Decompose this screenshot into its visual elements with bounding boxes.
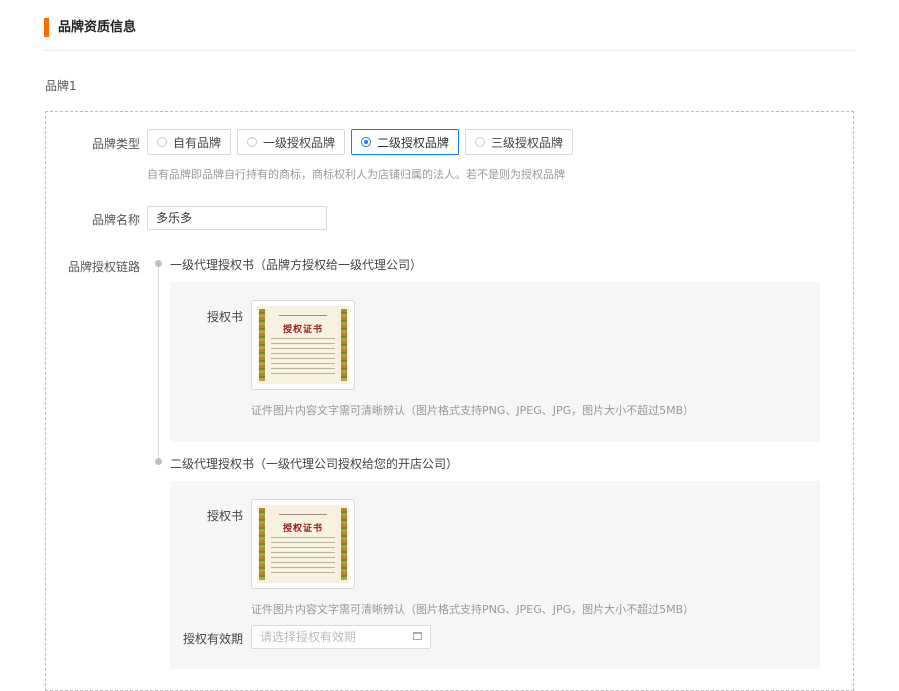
section-header: 品牌资质信息: [44, 18, 855, 51]
auth-chain-label: 品牌授权链路: [67, 260, 140, 274]
timeline-line: [158, 263, 159, 461]
radio-label: 一级授权品牌: [263, 135, 336, 150]
certificate-title: 授权证书: [282, 524, 323, 534]
brand-type-hint: 自有品牌即品牌自行持有的商标，商标权利人为店铺归属的法人。若不是则为授权品牌: [147, 168, 565, 181]
calendar-icon: [413, 632, 422, 640]
radio-label: 二级授权品牌: [377, 135, 450, 150]
brand-name-input[interactable]: 多乐多: [147, 206, 327, 230]
radio-circle-icon: [247, 137, 258, 147]
radio-level1-auth[interactable]: 一级授权品牌: [237, 129, 346, 155]
radio-level3-auth[interactable]: 三级授权品牌: [465, 129, 574, 155]
radio-level2-auth[interactable]: 二级授权品牌: [351, 129, 460, 155]
radio-checked-icon: [361, 137, 372, 147]
radio-circle-icon: [475, 137, 486, 147]
radio-label: 三级授权品牌: [491, 135, 564, 150]
step2-hint: 证件图片内容文字需可清晰辨认（图片格式支持PNG、JPEG、JPG，图片大小不超…: [251, 603, 695, 616]
certificate-image: 授权证书: [257, 306, 349, 384]
validity-label: 授权有效期: [182, 632, 243, 646]
certificate-image: 授权证书: [257, 505, 349, 583]
step1-hint: 证件图片内容文字需可清晰辨认（图片格式支持PNG、JPEG、JPG，图片大小不超…: [251, 404, 695, 417]
brand-block-label: 品牌1: [45, 79, 77, 93]
certificate-title: 授权证书: [282, 325, 323, 335]
step1-title: 一级代理授权书（品牌方授权给一级代理公司）: [170, 258, 423, 272]
step1-cert-label: 授权书: [206, 310, 243, 324]
section-title: 品牌资质信息: [58, 20, 137, 35]
brand-type-radio-group: 自有品牌 一级授权品牌 二级授权品牌 三级授权品牌: [147, 129, 574, 155]
timeline-dot-icon: [155, 260, 162, 267]
brand-type-label: 品牌类型: [91, 137, 140, 151]
radio-circle-icon: [157, 137, 167, 147]
validity-date-input[interactable]: 请选择授权有效期: [251, 625, 431, 649]
step2-title: 二级代理授权书（一级代理公司授权给您的开店公司）: [170, 457, 459, 471]
step1-cert-thumbnail[interactable]: 授权证书: [251, 300, 355, 390]
step2-cert-thumbnail[interactable]: 授权证书: [251, 499, 355, 589]
step2-cert-label: 授权书: [206, 509, 243, 523]
section-accent-bar: [44, 18, 49, 37]
radio-label: 自有品牌: [173, 135, 222, 150]
validity-placeholder: 请选择授权有效期: [260, 630, 357, 644]
radio-own-brand[interactable]: 自有品牌: [147, 129, 232, 155]
brand-name-label: 品牌名称: [91, 213, 140, 227]
timeline-dot-icon: [155, 458, 162, 465]
